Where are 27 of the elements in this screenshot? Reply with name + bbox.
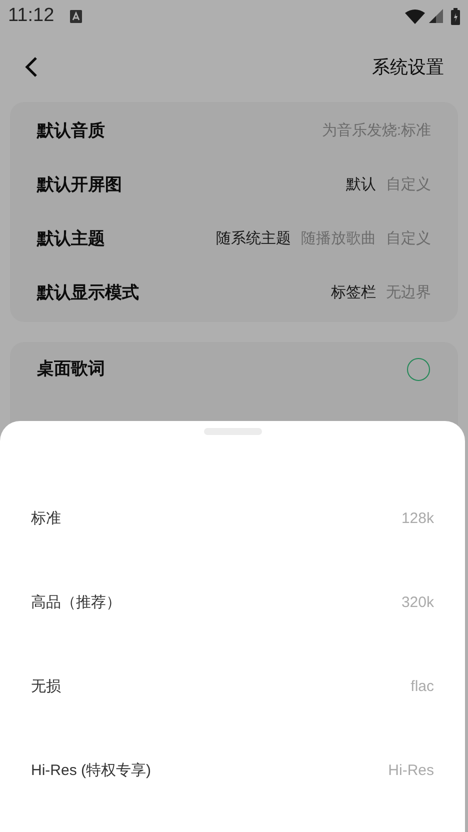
wifi-icon xyxy=(405,8,425,24)
setting-label: 默认开屏图 xyxy=(37,174,122,196)
bitrate-value: 128k xyxy=(401,508,434,529)
bitrate-value: 320k xyxy=(401,592,434,613)
setting-label: 桌面歌词 xyxy=(37,358,105,380)
back-icon xyxy=(24,56,38,78)
quality-label: Hi-Res (特权专享) xyxy=(31,760,151,781)
setting-label: 默认主题 xyxy=(37,228,105,250)
bitrate-value: Hi-Res xyxy=(388,760,434,781)
page-title: 系统设置 xyxy=(372,56,444,78)
setting-option[interactable]: 随系统主题 xyxy=(216,228,291,250)
setting-option[interactable]: 默认 xyxy=(346,174,376,196)
setting-label: 默认显示模式 xyxy=(37,282,139,304)
bitrate-value: flac xyxy=(410,676,434,697)
battery-icon xyxy=(451,8,460,24)
status-time: 11:12 xyxy=(8,4,54,28)
setting-label: 默认音质 xyxy=(37,120,105,142)
quality-option[interactable]: Hi-Res (特权专享) Hi-Res xyxy=(0,729,465,813)
quality-option[interactable]: 标准 128k xyxy=(0,477,465,561)
setting-option[interactable]: 标签栏 xyxy=(331,282,376,304)
keyboard-icon xyxy=(70,10,82,22)
quality-option[interactable]: 高品（推荐） 320k xyxy=(0,561,465,645)
quality-label: 无损 xyxy=(31,676,61,697)
quality-label: 标准 xyxy=(31,508,61,529)
signal-icon xyxy=(429,9,443,23)
quality-label: 高品（推荐） xyxy=(31,592,121,613)
quality-option[interactable]: 无损 flac xyxy=(0,645,465,729)
